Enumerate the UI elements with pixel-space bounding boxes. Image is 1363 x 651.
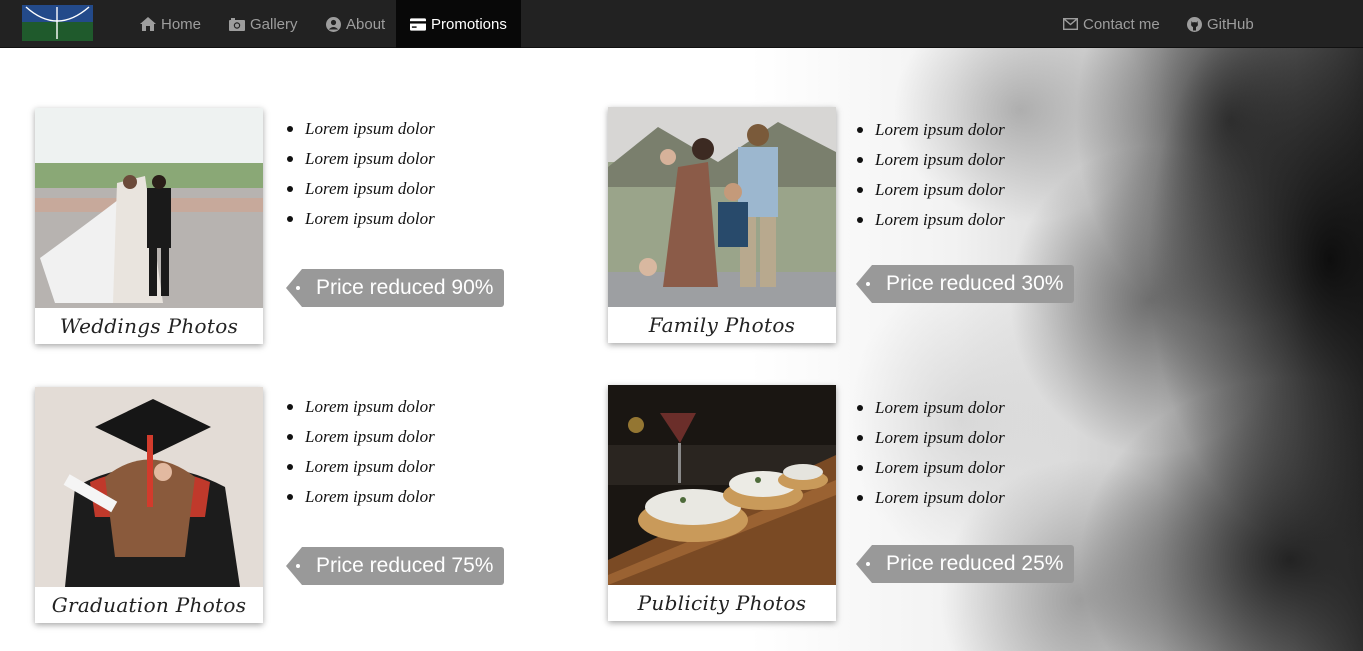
github-icon bbox=[1186, 16, 1202, 32]
nav-gallery-label: Gallery bbox=[250, 15, 298, 33]
publicity-photo bbox=[608, 385, 836, 585]
nav-github-label: GitHub bbox=[1207, 15, 1254, 33]
feature-item: Lorem ipsum dolor bbox=[287, 482, 435, 512]
home-icon bbox=[140, 16, 156, 32]
nav-promotions[interactable]: Promotions bbox=[396, 0, 521, 48]
promotion-card-weddings[interactable]: Weddings Photos bbox=[35, 108, 263, 344]
nav-about[interactable]: About bbox=[325, 0, 385, 48]
price-tag-graduation: Price reduced 75% bbox=[285, 547, 505, 585]
price-tag-weddings: Price reduced 90% bbox=[285, 269, 505, 307]
nav-gallery[interactable]: Gallery bbox=[229, 0, 298, 48]
promotion-features-publicity: Lorem ipsum dolor Lorem ipsum dolor Lore… bbox=[857, 393, 1005, 513]
feature-item: Lorem ipsum dolor bbox=[287, 452, 435, 482]
promotion-card-graduation[interactable]: Graduation Photos bbox=[35, 387, 263, 623]
envelope-icon bbox=[1062, 16, 1078, 32]
feature-item: Lorem ipsum dolor bbox=[857, 423, 1005, 453]
promotion-features-weddings: Lorem ipsum dolor Lorem ipsum dolor Lore… bbox=[287, 114, 435, 234]
promotion-caption: Weddings Photos bbox=[59, 314, 239, 338]
feature-item: Lorem ipsum dolor bbox=[857, 453, 1005, 483]
feature-item: Lorem ipsum dolor bbox=[287, 174, 435, 204]
feature-item: Lorem ipsum dolor bbox=[287, 422, 435, 452]
nav-contact[interactable]: Contact me bbox=[1062, 0, 1160, 48]
feature-item: Lorem ipsum dolor bbox=[857, 175, 1005, 205]
feature-item: Lorem ipsum dolor bbox=[857, 393, 1005, 423]
promotion-features-graduation: Lorem ipsum dolor Lorem ipsum dolor Lore… bbox=[287, 392, 435, 512]
price-tag-publicity: Price reduced 25% bbox=[855, 545, 1075, 583]
feature-item: Lorem ipsum dolor bbox=[287, 114, 435, 144]
nav-about-label: About bbox=[346, 15, 386, 33]
feature-item: Lorem ipsum dolor bbox=[857, 483, 1005, 513]
feature-item: Lorem ipsum dolor bbox=[857, 115, 1005, 145]
feature-item: Lorem ipsum dolor bbox=[287, 392, 435, 422]
feature-item: Lorem ipsum dolor bbox=[287, 204, 435, 234]
navbar: Home Gallery About Promotions Contact me… bbox=[0, 0, 1363, 48]
feature-item: Lorem ipsum dolor bbox=[857, 145, 1005, 175]
credit-card-icon bbox=[410, 16, 426, 32]
promotion-caption: Graduation Photos bbox=[51, 593, 247, 617]
family-photo bbox=[608, 107, 836, 307]
weddings-photo bbox=[35, 108, 263, 308]
user-circle-icon bbox=[325, 16, 341, 32]
promotion-card-family[interactable]: Family Photos bbox=[608, 107, 836, 343]
nav-home[interactable]: Home bbox=[140, 0, 201, 48]
promotion-caption: Family Photos bbox=[648, 313, 796, 337]
nav-contact-label: Contact me bbox=[1083, 15, 1160, 33]
promotion-card-publicity[interactable]: Publicity Photos bbox=[608, 385, 836, 621]
nav-home-label: Home bbox=[161, 15, 202, 33]
nav-github[interactable]: GitHub bbox=[1186, 0, 1254, 48]
feature-item: Lorem ipsum dolor bbox=[857, 205, 1005, 235]
brand-logo[interactable] bbox=[22, 5, 93, 41]
promotion-features-family: Lorem ipsum dolor Lorem ipsum dolor Lore… bbox=[857, 115, 1005, 235]
feature-item: Lorem ipsum dolor bbox=[287, 144, 435, 174]
camera-icon bbox=[229, 16, 245, 32]
promotion-caption: Publicity Photos bbox=[637, 591, 807, 615]
price-tag-family: Price reduced 30% bbox=[855, 265, 1075, 303]
graduation-photo bbox=[35, 387, 263, 587]
nav-promotions-label: Promotions bbox=[431, 15, 507, 33]
